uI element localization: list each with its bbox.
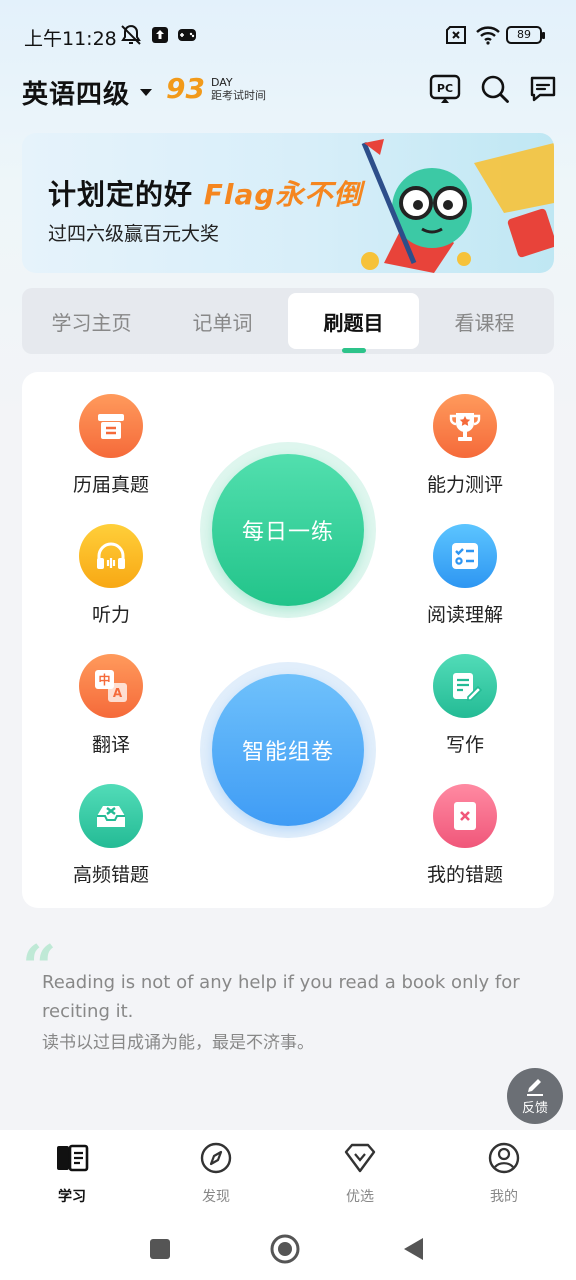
- pencil-icon: [527, 1079, 543, 1096]
- frequent-mistakes-button[interactable]: 高频错题: [46, 784, 176, 887]
- exam-selector[interactable]: 英语四级: [22, 74, 153, 111]
- translate-icon: 中A: [79, 654, 143, 718]
- quote-chinese: 读书以过目成诵为能，最是不济事。: [42, 1033, 314, 1053]
- diamond-icon: [342, 1140, 378, 1176]
- exam-title: 英语四级: [22, 80, 131, 110]
- nav-study-label: 学习: [58, 1189, 86, 1205]
- nav-preferred-label: 优选: [346, 1189, 374, 1205]
- listening-button[interactable]: 听力: [46, 524, 176, 627]
- section-tabs: 学习主页 记单词 刷题目 看课程: [22, 288, 554, 354]
- trophy-icon: [433, 394, 497, 458]
- my-mistakes-label: 我的错题: [426, 864, 503, 886]
- pc-icon[interactable]: PC: [428, 72, 462, 106]
- muted-bell-icon: [118, 22, 144, 48]
- system-nav-bar: [0, 1220, 576, 1280]
- sim-x-icon: [444, 22, 468, 48]
- banner-subtitle: 过四六级赢百元大奖: [48, 223, 220, 245]
- upload-icon: [150, 22, 170, 48]
- error-book-icon: [433, 784, 497, 848]
- pc-icon-text: PC: [437, 82, 453, 95]
- recent-apps-icon[interactable]: [145, 1234, 175, 1264]
- nav-preferred[interactable]: 优选: [288, 1130, 432, 1220]
- archive-icon: [79, 394, 143, 458]
- past-exams-button[interactable]: 历届真题: [46, 394, 176, 497]
- home-icon[interactable]: [270, 1234, 300, 1264]
- status-time: 上午11:28: [24, 28, 117, 50]
- daily-practice-label: 每日一练: [212, 454, 364, 606]
- smart-paper-button[interactable]: 智能组卷: [200, 662, 376, 838]
- svg-text:A: A: [113, 686, 123, 700]
- writing-label: 写作: [445, 734, 484, 756]
- reading-button[interactable]: 阅读理解: [400, 524, 530, 627]
- daily-practice-button[interactable]: 每日一练: [200, 442, 376, 618]
- gamepad-icon: [176, 22, 198, 48]
- checklist-icon: [433, 524, 497, 588]
- promo-banner[interactable]: 计划定的好 Flag永不倒 过四六级赢百元大奖: [22, 133, 554, 273]
- message-icon[interactable]: [526, 72, 560, 106]
- mascot-illustration: [361, 139, 554, 273]
- banner-title-prefix: 计划定的好: [48, 178, 194, 211]
- my-mistakes-button[interactable]: 我的错题: [400, 784, 530, 887]
- banner-title-highlight: Flag永不倒: [203, 178, 363, 211]
- book-icon: [54, 1140, 90, 1176]
- banner-title: 计划定的好 Flag永不倒: [48, 173, 362, 213]
- reading-label: 阅读理解: [426, 604, 503, 626]
- nav-mine-label: 我的: [490, 1189, 518, 1205]
- caret-down-icon: [140, 89, 153, 96]
- tab-practice[interactable]: 刷题目: [288, 293, 419, 353]
- countdown-label: 距考试时间: [210, 89, 266, 102]
- nav-mine[interactable]: 我的: [432, 1130, 576, 1220]
- battery-indicator: 89: [506, 26, 545, 44]
- inbox-error-icon: [79, 784, 143, 848]
- bottom-nav: 学习 发现 优选 我的: [0, 1130, 576, 1220]
- wifi-icon: [474, 22, 502, 48]
- status-bar: 上午11:28 89: [0, 0, 576, 72]
- writing-button[interactable]: 写作: [400, 654, 530, 757]
- countdown-unit: DAY: [210, 76, 233, 89]
- edit-document-icon: [433, 654, 497, 718]
- listening-label: 听力: [91, 604, 130, 626]
- translation-label: 翻译: [91, 734, 130, 756]
- header: 英语四级 93 DAY 距考试时间 PC: [0, 70, 576, 114]
- frequent-mistakes-label: 高频错题: [72, 864, 149, 886]
- countdown-number: 93: [166, 72, 205, 105]
- ability-test-button[interactable]: 能力测评: [400, 394, 530, 497]
- quote-english: Reading is not of any help if you read a…: [42, 972, 520, 1022]
- feedback-label: 反馈: [521, 1101, 548, 1116]
- nav-discover-label: 发现: [202, 1189, 230, 1205]
- feedback-button[interactable]: 反馈: [507, 1068, 563, 1124]
- translation-button[interactable]: 中A 翻译: [46, 654, 176, 757]
- compass-icon: [198, 1140, 234, 1176]
- tab-courses[interactable]: 看课程: [419, 293, 550, 349]
- smart-paper-label: 智能组卷: [212, 674, 364, 826]
- nav-discover[interactable]: 发现: [144, 1130, 288, 1220]
- user-icon: [486, 1140, 522, 1176]
- tab-study-home[interactable]: 学习主页: [26, 293, 157, 349]
- exam-countdown: 93 DAY 距考试时间: [166, 72, 266, 106]
- search-icon[interactable]: [478, 72, 512, 106]
- past-exams-label: 历届真题: [72, 474, 149, 496]
- tab-vocabulary[interactable]: 记单词: [157, 293, 288, 349]
- nav-study[interactable]: 学习: [0, 1130, 144, 1220]
- practice-card: 历届真题 听力 中A 翻译 高频错题 能力测评 阅读理解 写作 我的错题 每日一…: [22, 372, 554, 908]
- headphones-icon: [79, 524, 143, 588]
- ability-test-label: 能力测评: [426, 474, 503, 496]
- back-icon[interactable]: [398, 1234, 428, 1264]
